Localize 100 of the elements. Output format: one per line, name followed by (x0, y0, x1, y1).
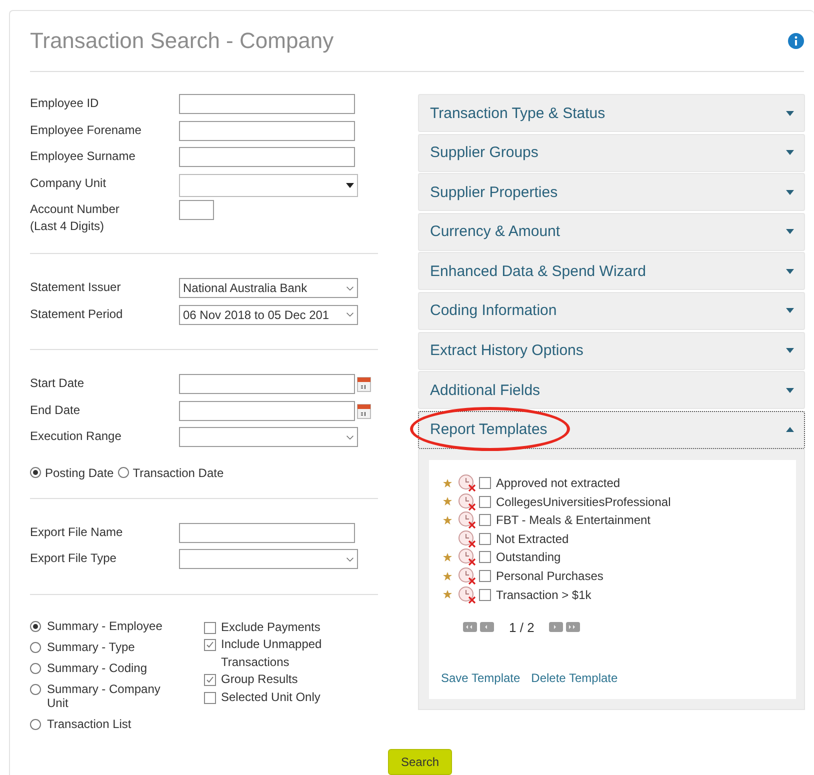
section-header[interactable]: Supplier Groups (418, 134, 805, 172)
section-header[interactable]: Extract History Options (418, 332, 805, 370)
radio-label: Transaction Date (132, 466, 224, 480)
input-field[interactable] (179, 200, 214, 220)
template-link[interactable]: Delete Template (531, 670, 618, 685)
radio-label: Transaction List (47, 716, 132, 730)
caret-down-icon (786, 150, 794, 156)
dropdown[interactable]: National Australia Bank (179, 278, 358, 298)
chevron-down-icon (346, 286, 354, 290)
info-icon (788, 33, 804, 49)
clock-delete-icon[interactable] (458, 530, 476, 548)
clock-delete-icon[interactable] (458, 548, 476, 566)
radio-label: Summary - Coding (47, 660, 148, 674)
checkbox[interactable] (479, 551, 491, 564)
dropdown[interactable] (179, 174, 358, 196)
checkbox[interactable] (479, 477, 491, 490)
radio-label: Summary - Type (47, 640, 135, 654)
chevron-down-icon (346, 434, 354, 440)
caret-down-icon (346, 182, 354, 188)
field-label: Account Number (Last 4 Digits) (30, 201, 120, 235)
template-name: Outstanding (496, 550, 561, 564)
section-header[interactable]: Currency & Amount (418, 212, 805, 251)
date-field[interactable] (179, 374, 355, 394)
section-header[interactable]: Transaction Type & Status (418, 94, 805, 132)
checkbox[interactable] (479, 532, 491, 545)
field-label: Execution Range (30, 428, 122, 445)
template-name: Personal Purchases (496, 569, 604, 584)
caret-down-icon (786, 388, 794, 393)
radio-button[interactable] (30, 620, 41, 632)
checkbox[interactable] (479, 514, 491, 526)
calendar-icon[interactable] (357, 402, 371, 418)
checkbox[interactable] (479, 496, 491, 508)
caret-down-icon (786, 268, 794, 274)
caret-up-icon (786, 427, 794, 432)
field-label: Statement Issuer (30, 279, 122, 296)
field-label: Employee ID (30, 95, 100, 112)
radio-button[interactable] (30, 684, 41, 694)
chevron-down-icon (346, 312, 354, 317)
input-field[interactable] (179, 147, 355, 167)
input-field[interactable] (179, 522, 355, 542)
field-label: Statement Period (30, 306, 124, 322)
checkbox[interactable] (204, 692, 216, 704)
field-label: Export File Name (30, 524, 124, 540)
template-name: FBT - Meals & Entertainment (496, 513, 650, 528)
checkbox[interactable] (204, 674, 216, 686)
radio-button[interactable] (118, 467, 129, 478)
radio-label: Posting Date (45, 466, 114, 480)
checkbox-label: Group Results (221, 671, 298, 688)
checkbox[interactable] (204, 639, 216, 651)
clock-delete-icon[interactable] (458, 474, 476, 492)
radio-button[interactable] (30, 467, 41, 478)
template-link[interactable]: Save Template (441, 670, 520, 685)
field-label: Start Date (30, 375, 86, 392)
field-label: Employee Surname (30, 148, 136, 165)
field-label: Employee Forename (30, 122, 142, 138)
search-button[interactable]: Search (388, 748, 452, 774)
clock-delete-icon[interactable] (458, 586, 476, 604)
dropdown[interactable]: 06 Nov 2018 to 05 Dec 201 (179, 304, 358, 324)
page-title: Transaction Search - Company (30, 28, 334, 54)
checkbox[interactable] (479, 588, 491, 601)
template-name: Not Extracted (496, 532, 569, 546)
caret-down-icon (786, 110, 794, 116)
double-arrow-icon (569, 625, 578, 630)
clock-delete-icon[interactable] (458, 567, 476, 586)
radio-label: Summary - Employee (47, 618, 162, 632)
field-label: Export File Type (30, 550, 118, 567)
caret-down-icon (786, 229, 794, 234)
input-field[interactable] (179, 94, 355, 114)
first-page-button[interactable] (463, 622, 477, 632)
checkbox-label: Include Unmapped Transactions (221, 636, 323, 670)
checkbox[interactable] (204, 622, 216, 634)
section-header[interactable]: Additional Fields (418, 371, 805, 410)
checkbox-label: Exclude Payments (221, 618, 320, 636)
last-page-button[interactable] (566, 622, 580, 632)
radio-button[interactable] (30, 642, 41, 652)
previous-page-button[interactable] (480, 622, 494, 632)
field-label: End Date (30, 402, 82, 418)
dropdown[interactable] (179, 427, 358, 447)
caret-down-icon (786, 190, 794, 195)
clock-delete-icon[interactable] (458, 492, 476, 511)
section-header[interactable]: Coding Information (418, 292, 805, 330)
radio-button[interactable] (30, 718, 41, 730)
template-name: Approved not extracted (496, 476, 620, 490)
section-header[interactable]: Supplier Properties (418, 173, 805, 212)
date-field[interactable] (179, 400, 355, 420)
section-header[interactable]: Enhanced Data & Spend Wizard (418, 252, 805, 290)
checkbox[interactable] (479, 570, 491, 582)
radio-label: Summary - Company Unit (47, 682, 162, 710)
radio-button[interactable] (30, 662, 41, 674)
next-page-button[interactable] (549, 622, 564, 632)
dropdown[interactable] (179, 549, 358, 569)
clock-delete-icon[interactable] (458, 511, 476, 530)
double-arrow-icon (466, 625, 474, 630)
template-name: CollegesUniversitiesProfessional (496, 494, 671, 509)
checkbox-label: Selected Unit Only (221, 688, 320, 706)
caret-down-icon (786, 308, 794, 314)
calendar-icon[interactable] (357, 376, 371, 392)
caret-down-icon (786, 348, 794, 354)
template-name: Transaction > $1k (496, 588, 592, 602)
input-field[interactable] (179, 120, 355, 140)
